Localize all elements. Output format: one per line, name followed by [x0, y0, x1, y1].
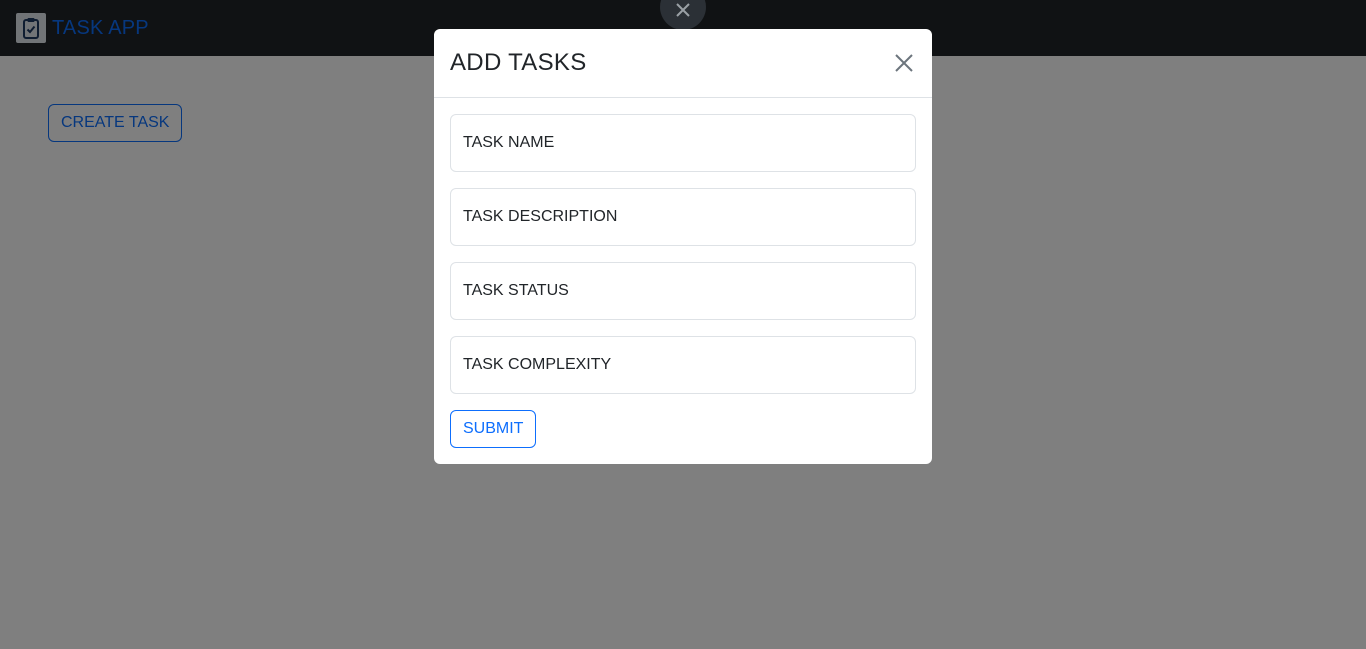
task-status-input[interactable] [463, 282, 915, 300]
modal-close-button[interactable] [890, 49, 918, 77]
task-description-input[interactable] [463, 208, 915, 226]
task-name-input[interactable] [463, 134, 915, 152]
modal-header: ADD TASKS [434, 29, 932, 98]
close-icon [676, 3, 690, 22]
task-complexity-input[interactable] [463, 356, 915, 374]
task-complexity-field [450, 336, 916, 394]
modal-title: ADD TASKS [450, 49, 587, 76]
close-icon [895, 54, 913, 72]
add-tasks-modal: ADD TASKS SUBMIT [434, 29, 932, 464]
submit-button[interactable]: SUBMIT [450, 410, 537, 448]
modal-body: SUBMIT [434, 98, 932, 448]
task-name-field [450, 114, 916, 172]
task-description-field [450, 188, 916, 246]
task-status-field [450, 262, 916, 320]
